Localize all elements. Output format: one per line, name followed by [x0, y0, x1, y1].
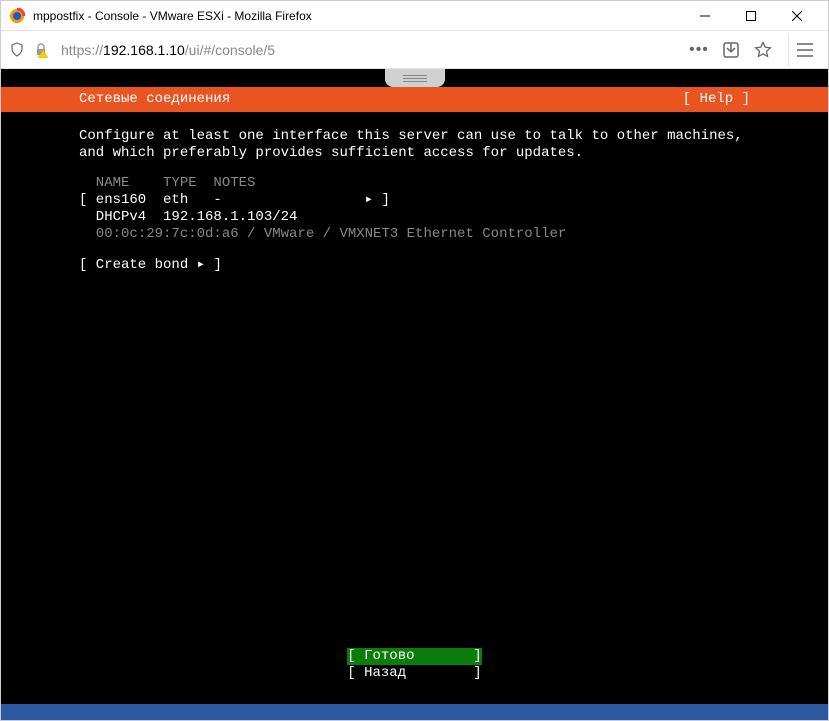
done-button[interactable]: [ Готово ]	[347, 648, 481, 665]
page-actions-icon[interactable]: •••	[690, 41, 708, 59]
bottom-blue-bar	[1, 704, 828, 720]
installer-footer: [ Готово ] [ Назад ]	[1, 648, 828, 682]
console-body: Configure at least one interface this se…	[1, 112, 828, 274]
dhcp-row: DHCPv4 192.168.1.103/24	[79, 209, 750, 226]
lock-warning-icon[interactable]	[33, 42, 49, 58]
url-path: /ui/#/console/5	[185, 42, 275, 58]
description-line-2: and which preferably provides sufficient…	[79, 145, 750, 162]
close-button[interactable]	[774, 1, 820, 31]
interface-row[interactable]: [ ens160 eth - ▸ ]	[79, 192, 750, 209]
help-button[interactable]: [ Help ]	[683, 91, 828, 108]
maximize-button[interactable]	[728, 1, 774, 31]
url-input[interactable]: https://192.168.1.10/ui/#/console/5	[57, 38, 682, 62]
window-controls	[682, 1, 820, 31]
bookmark-star-icon[interactable]	[754, 41, 772, 59]
column-headers: NAME TYPE NOTES	[79, 175, 750, 192]
titlebar: mppostfix - Console - VMware ESXi - Mozi…	[1, 1, 828, 31]
console-handle[interactable]	[385, 69, 445, 87]
reader-view-icon[interactable]	[722, 41, 740, 59]
url-protocol: https://	[61, 42, 103, 58]
back-button[interactable]: [ Назад ]	[347, 665, 481, 682]
window-title: mppostfix - Console - VMware ESXi - Mozi…	[33, 9, 682, 23]
create-bond-button[interactable]: [ Create bond ▸ ]	[79, 257, 750, 274]
installer-title: Сетевые соединения	[1, 91, 230, 108]
browser-window: mppostfix - Console - VMware ESXi - Mozi…	[0, 0, 829, 721]
minimize-button[interactable]	[682, 1, 728, 31]
firefox-icon	[9, 8, 25, 24]
description-line-1: Configure at least one interface this se…	[79, 128, 750, 145]
hamburger-menu-icon[interactable]	[788, 34, 820, 66]
vmware-console[interactable]: Сетевые соединения [ Help ] Configure at…	[1, 69, 828, 720]
installer-header: Сетевые соединения [ Help ]	[1, 87, 828, 112]
tracking-shield-icon[interactable]	[9, 42, 25, 58]
mac-row: 00:0c:29:7c:0d:a6 / VMware / VMXNET3 Eth…	[79, 226, 750, 243]
addressbar-actions: •••	[690, 41, 780, 59]
url-host: 192.168.1.10	[103, 42, 185, 58]
addressbar: https://192.168.1.10/ui/#/console/5 •••	[1, 31, 828, 69]
